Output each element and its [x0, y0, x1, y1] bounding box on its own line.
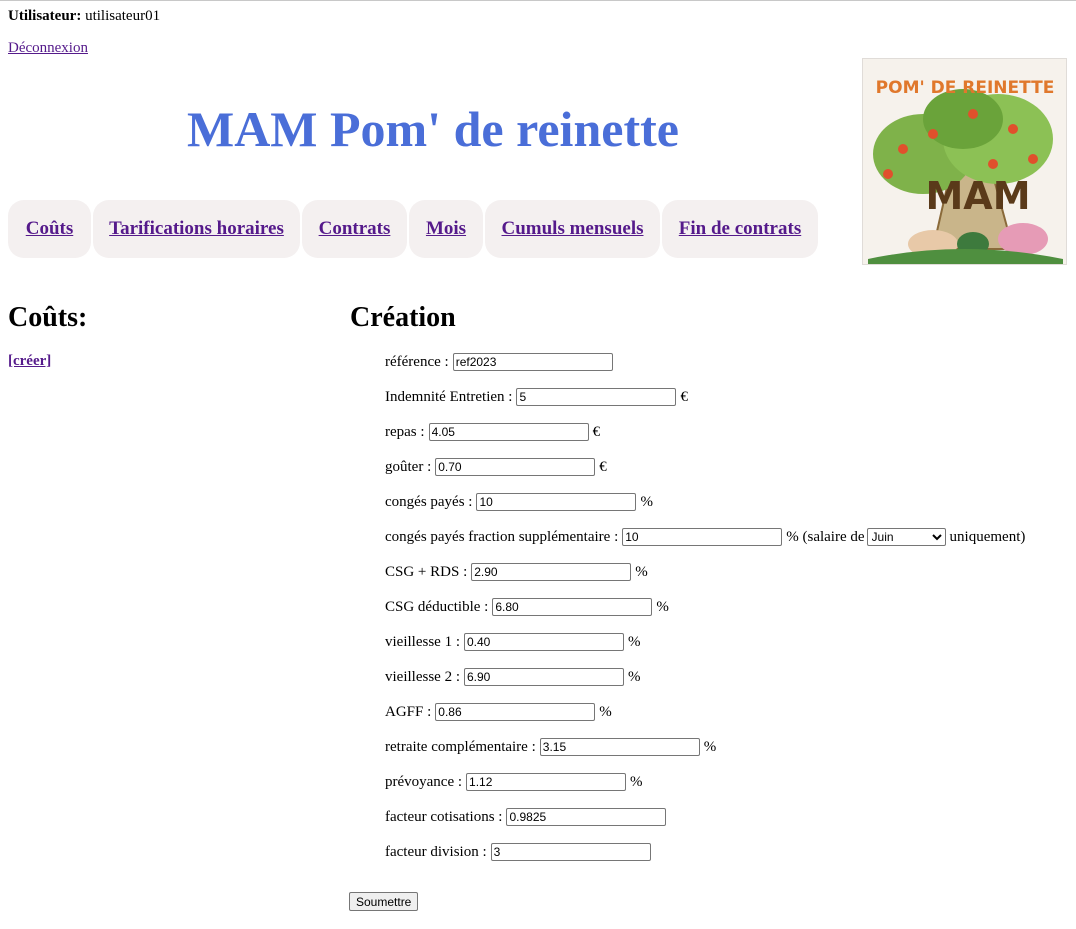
field-unit: % — [599, 703, 612, 720]
field-unit: % — [703, 738, 717, 755]
field-row-indemnite-entretien: Indemnité Entretien : € — [385, 387, 688, 407]
field-row-agff: AGFF : % — [385, 702, 612, 722]
field-label: congés payés fraction supplémentaire : — [385, 528, 619, 545]
username: utilisateur01 — [85, 8, 161, 24]
field-label: goûter : — [385, 458, 432, 475]
field-row-conges-payes-fraction: congés payés fraction supplémentaire : %… — [385, 527, 1025, 547]
field-label: vieillesse 1 : — [385, 633, 460, 650]
repas-input[interactable] — [428, 423, 589, 441]
site-title: MAM Pom' de reinette — [187, 101, 679, 157]
retraite-complementaire-input[interactable] — [539, 738, 700, 756]
field-row-csg-deductible: CSG déductible : % — [385, 597, 669, 617]
facteur-cotisations-input[interactable] — [506, 808, 667, 826]
sidebar-heading: Coûts: — [8, 302, 88, 333]
tab-cumuls-mensuels[interactable]: Cumuls mensuels — [485, 200, 660, 258]
field-label: référence : — [385, 353, 449, 370]
field-unit: % — [635, 563, 648, 580]
field-label: vieillesse 2 : — [385, 668, 460, 685]
tab-couts[interactable]: Coûts — [8, 200, 91, 258]
field-label: prévoyance : — [385, 773, 463, 790]
indemnite-entretien-input[interactable] — [516, 388, 677, 406]
tab-mois[interactable]: Mois — [409, 200, 483, 258]
field-unit: % — [628, 668, 641, 685]
logo-illustration: POM' DE REINETTE MAM — [863, 59, 1066, 264]
field-label: repas : — [385, 423, 425, 440]
field-unit: % — [628, 633, 641, 650]
field-row-retraite-complementaire: retraite complémentaire : % — [385, 737, 716, 757]
create-link[interactable]: [créer] — [8, 353, 51, 370]
field-row-vieillesse-1: vieillesse 1 : % — [385, 632, 641, 652]
vieillesse-2-input[interactable] — [464, 668, 624, 686]
field-row-facteur-division: facteur division : — [385, 842, 655, 862]
field-unit: % — [656, 598, 669, 615]
logo-initials: MAM — [925, 174, 1030, 218]
field-label: congés payés : — [385, 493, 473, 510]
field-row-vieillesse-2: vieillesse 2 : % — [385, 667, 641, 687]
conges-payes-fraction-input[interactable] — [622, 528, 783, 546]
conges-payes-input[interactable] — [476, 493, 637, 511]
prevoyance-input[interactable] — [466, 773, 627, 791]
field-unit: % (salaire de — [786, 528, 865, 545]
tab-tarifications-horaires[interactable]: Tarifications horaires — [93, 200, 300, 258]
csg-deductible-input[interactable] — [492, 598, 653, 616]
field-row-facteur-cotisations: facteur cotisations : — [385, 807, 670, 827]
tab-contrats[interactable]: Contrats — [302, 200, 407, 258]
field-unit: € — [599, 458, 607, 475]
logo: POM' DE REINETTE MAM — [862, 58, 1067, 265]
gouter-input[interactable] — [435, 458, 596, 476]
field-row-conges-payes: congés payés : % — [385, 492, 653, 512]
field-unit: % — [630, 773, 643, 790]
field-unit: % — [640, 493, 653, 510]
field-label: retraite complémentaire : — [385, 738, 536, 755]
facteur-division-input[interactable] — [490, 843, 651, 861]
field-suffix: uniquement) — [949, 528, 1026, 545]
logout-link[interactable]: Déconnexion — [8, 40, 88, 57]
logo-text: POM' DE REINETTE — [876, 78, 1055, 98]
submit-button[interactable]: Soumettre — [349, 892, 419, 911]
field-label: CSG + RDS : — [385, 563, 468, 580]
field-label: facteur division : — [385, 843, 487, 860]
field-label: AGFF : — [385, 703, 432, 720]
field-row-csg-rds: CSG + RDS : % — [385, 562, 648, 582]
field-row-prevoyance: prévoyance : % — [385, 772, 643, 792]
field-row-repas: repas : € — [385, 422, 600, 442]
field-unit: € — [592, 423, 601, 440]
form-heading: Création — [350, 302, 456, 333]
field-row-reference: référence : — [385, 352, 617, 372]
vieillesse-1-input[interactable] — [464, 633, 624, 651]
field-unit: € — [680, 388, 688, 405]
field-label: facteur cotisations : — [385, 808, 503, 825]
reference-input[interactable] — [452, 353, 613, 371]
user-line: Utilisateur: utilisateur01 — [8, 8, 160, 25]
field-label: Indemnité Entretien : — [385, 388, 513, 405]
csg-rds-input[interactable] — [471, 563, 632, 581]
agff-input[interactable] — [435, 703, 596, 721]
field-label: CSG déductible : — [385, 598, 489, 615]
tab-fin-de-contrats[interactable]: Fin de contrats — [662, 200, 818, 258]
user-label: Utilisateur: — [8, 8, 82, 24]
salary-month-select[interactable]: Juin — [866, 528, 946, 546]
field-row-gouter: goûter : € — [385, 457, 607, 477]
